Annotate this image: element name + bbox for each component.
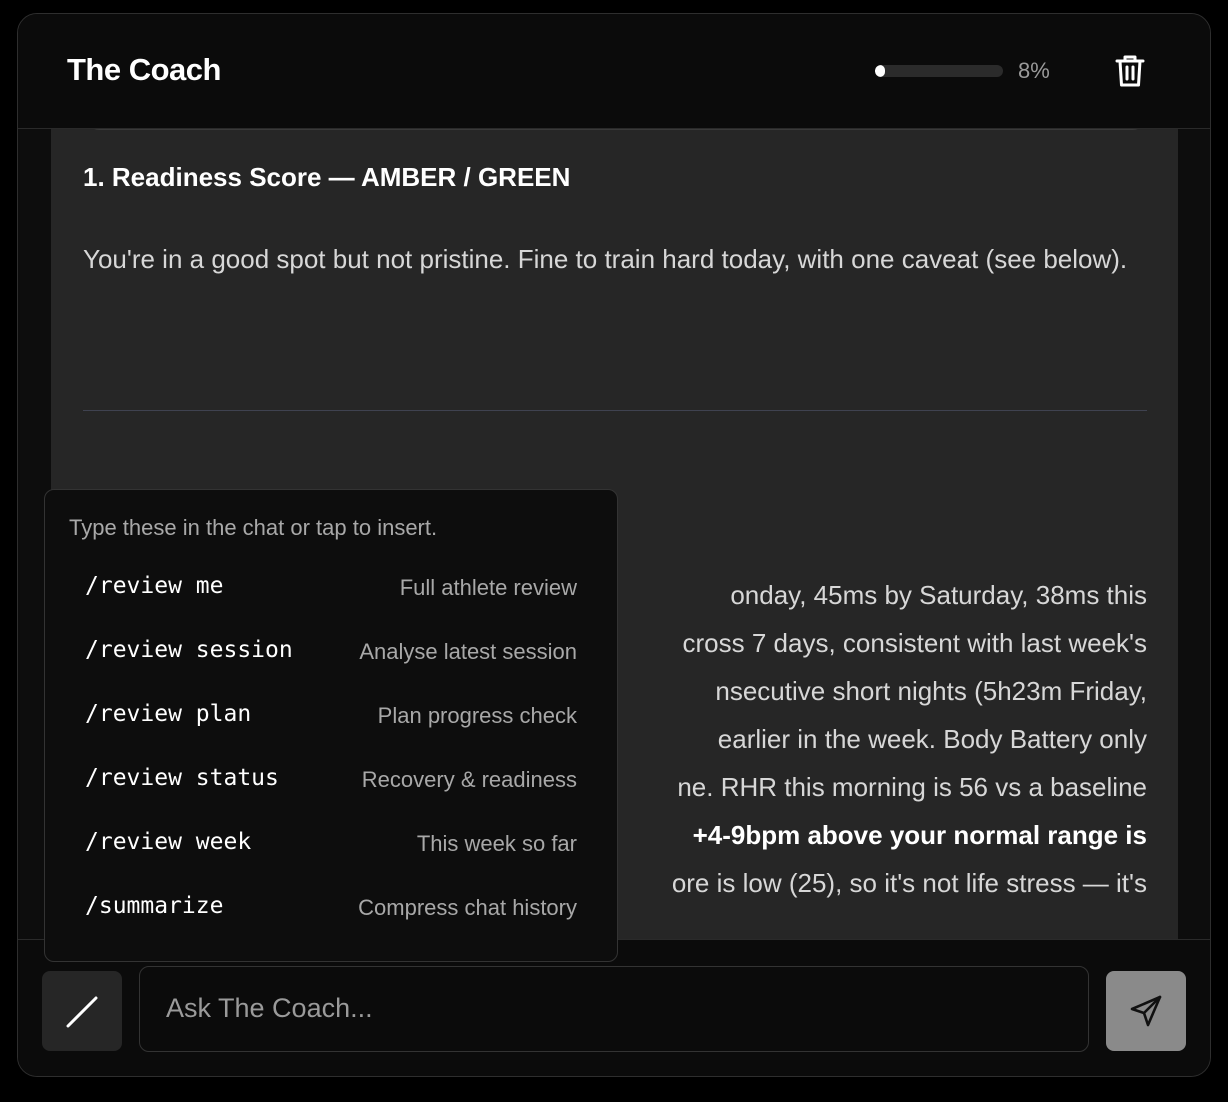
command-item[interactable]: /review status Recovery & readiness	[45, 755, 617, 811]
message-paragraph: You're in a good spot but not pristine. …	[83, 244, 1128, 274]
message-input[interactable]: Ask The Coach...	[139, 966, 1089, 1052]
commands-hint: Type these in the chat or tap to insert.	[69, 515, 438, 540]
previous-card-edge	[87, 129, 1145, 130]
command-item[interactable]: /review me Full athlete review	[45, 563, 617, 619]
command-name: /summarize	[85, 893, 224, 919]
command-item[interactable]: /review session Analyse latest session	[45, 627, 617, 683]
message-input-placeholder: Ask The Coach...	[166, 993, 373, 1023]
usage-progress-label: 8%	[1018, 58, 1050, 83]
command-description: This week so far	[416, 831, 577, 856]
send-button[interactable]	[1106, 971, 1186, 1051]
command-item[interactable]: /review week This week so far	[45, 819, 617, 875]
send-icon	[1130, 995, 1162, 1027]
command-name: /review session	[85, 637, 293, 663]
command-description: Full athlete review	[399, 575, 577, 600]
trash-icon[interactable]	[1114, 53, 1146, 89]
command-description: Compress chat history	[358, 895, 577, 920]
message-divider	[83, 410, 1147, 411]
command-item[interactable]: /summarize Compress chat history	[45, 883, 617, 939]
command-description: Recovery & readiness	[361, 767, 577, 792]
command-name: /review plan	[85, 701, 252, 727]
commands-popup: Type these in the chat or tap to insert.…	[44, 489, 618, 962]
slash-icon	[66, 996, 98, 1028]
command-item[interactable]: /review plan Plan progress check	[45, 691, 617, 747]
command-name: /review status	[85, 765, 279, 791]
command-description: Analyse latest session	[359, 639, 577, 664]
chat-header: The Coach 8%	[18, 14, 1210, 129]
command-name: /review me	[85, 573, 224, 599]
app-title: The Coach	[67, 52, 221, 87]
message-heading: 1. Readiness Score — AMBER / GREEN	[83, 162, 571, 192]
commands-toggle-button[interactable]	[42, 971, 122, 1051]
coach-chat-panel: The Coach 8% 1. Readiness Score — AMBER …	[17, 13, 1211, 1077]
command-name: /review week	[85, 829, 252, 855]
usage-progress-bar	[875, 65, 1003, 77]
usage-progress-fill	[875, 65, 886, 77]
command-description: Plan progress check	[377, 703, 577, 728]
